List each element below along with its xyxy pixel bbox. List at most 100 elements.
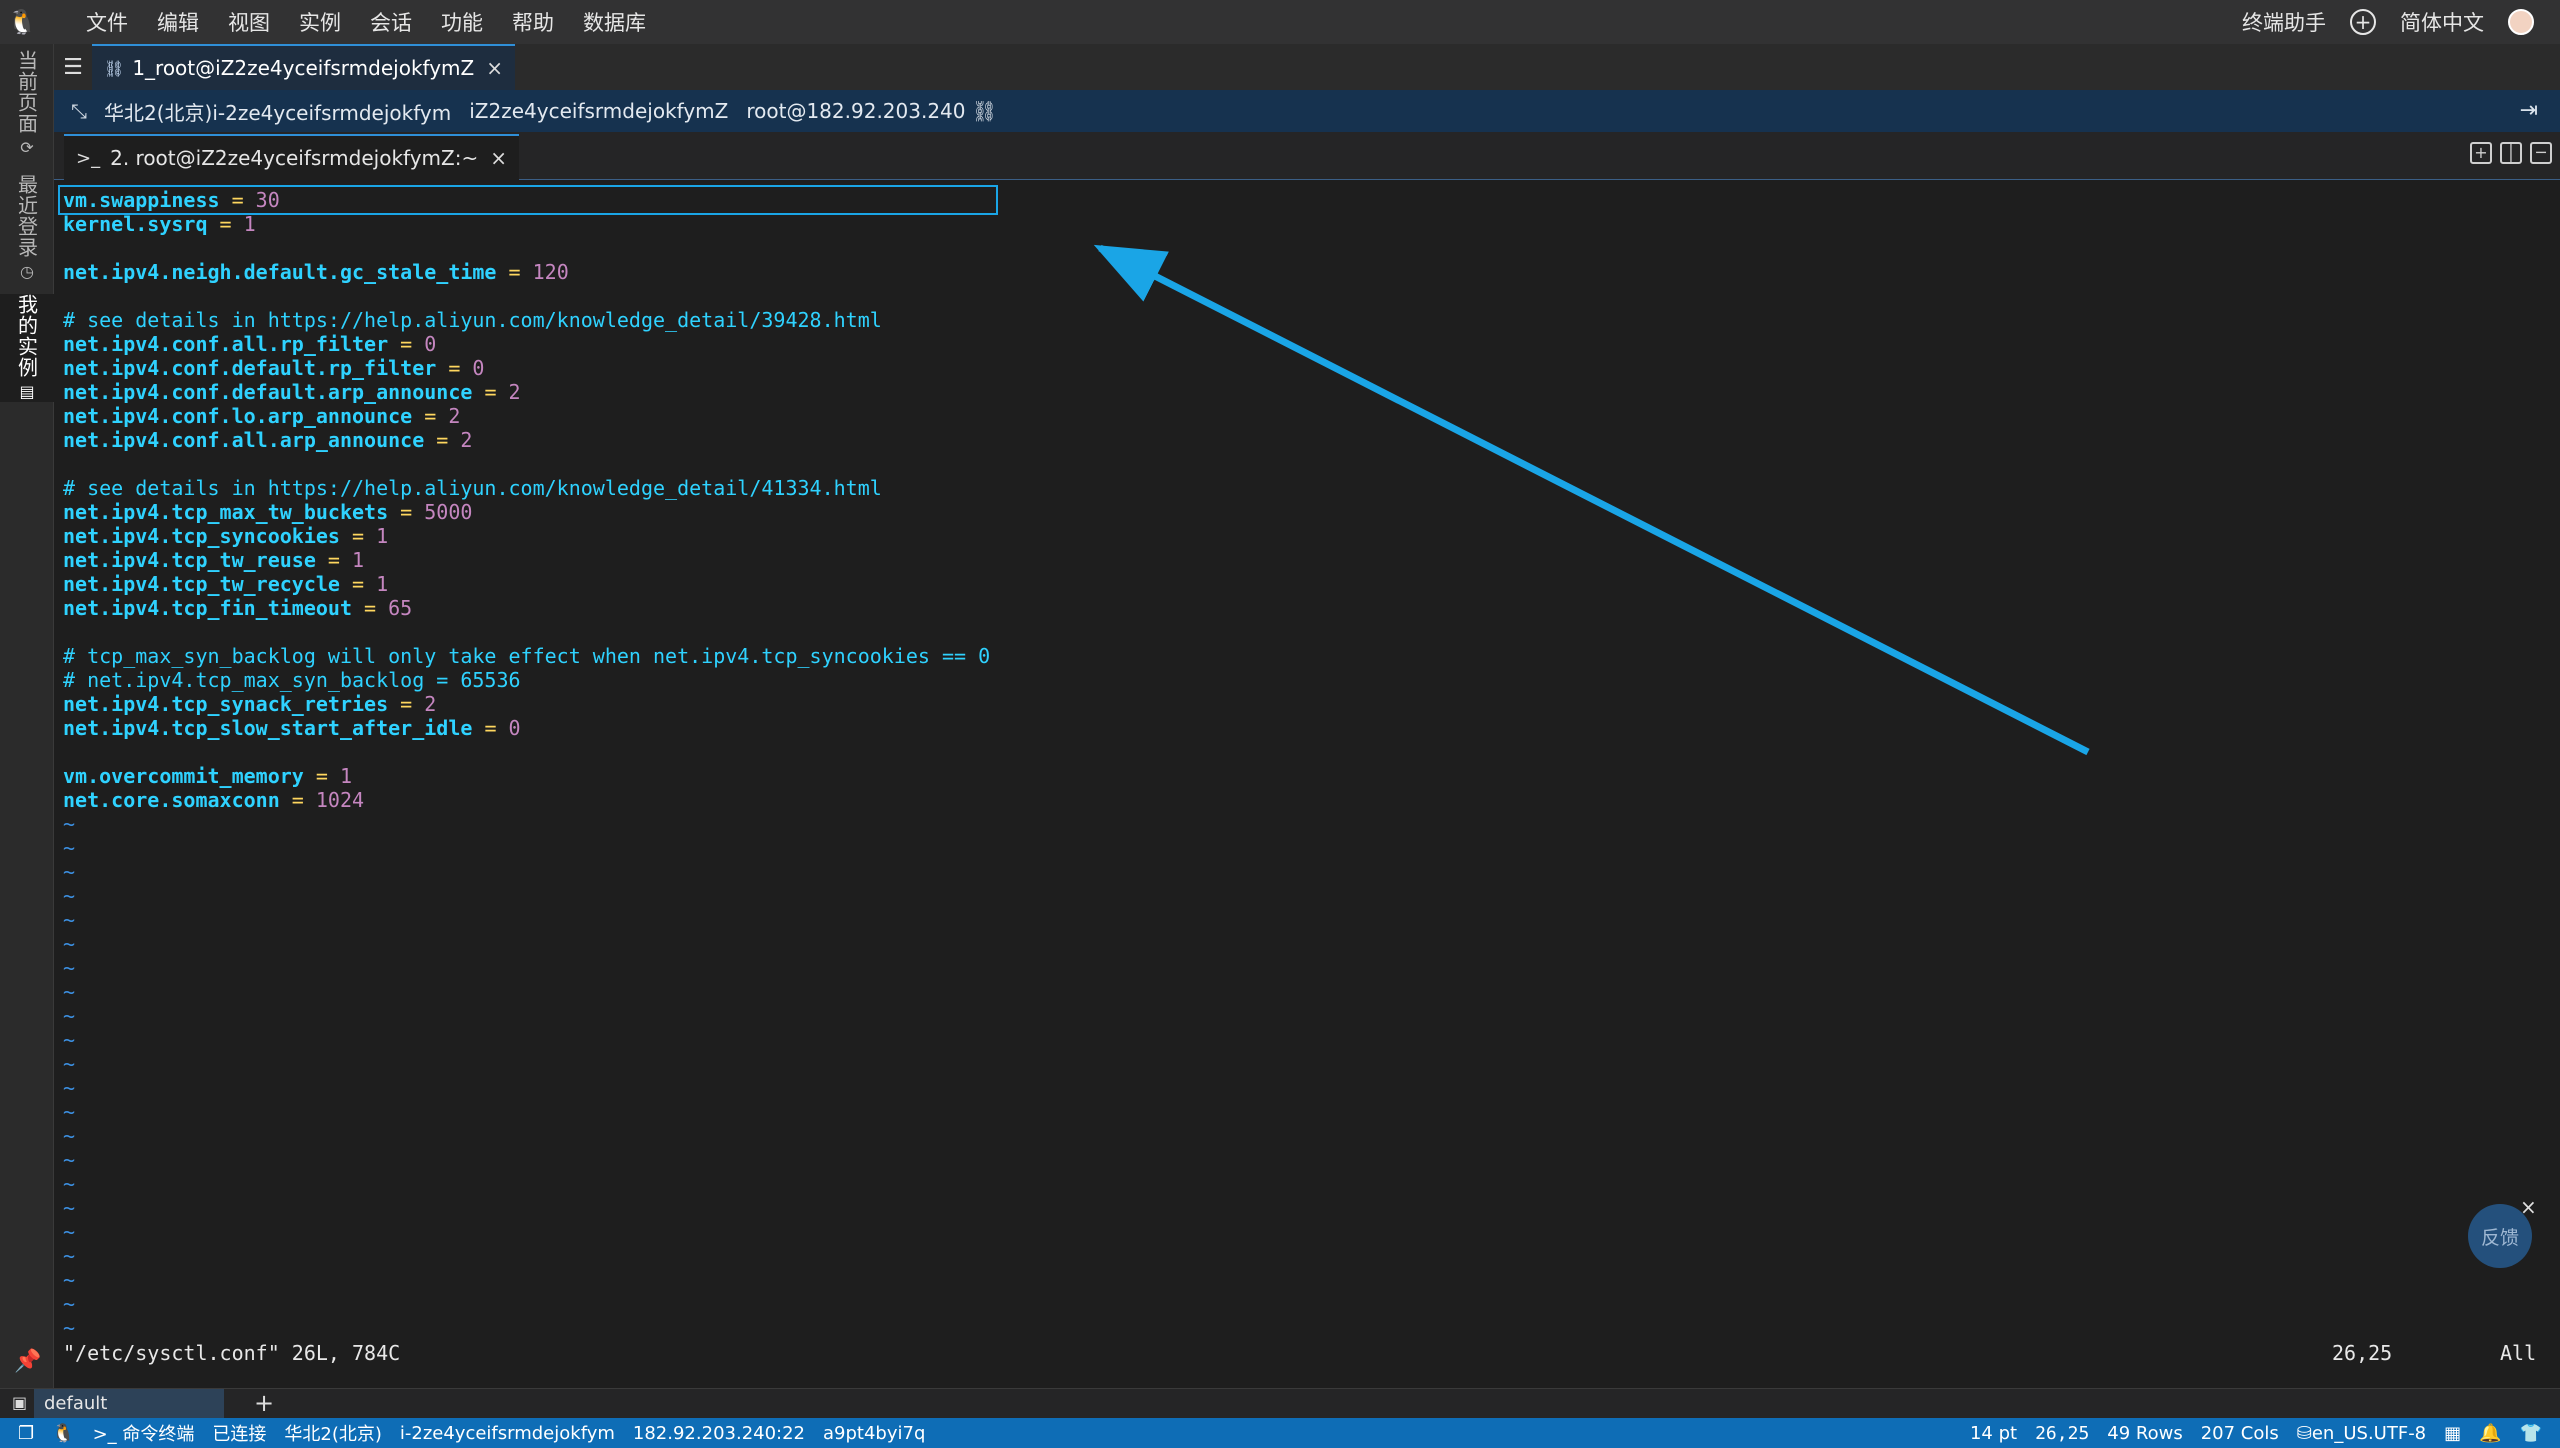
avatar[interactable] xyxy=(2508,9,2534,35)
empty-line-marker: ~ xyxy=(63,1220,76,1244)
editor-line: net.ipv4.tcp_syncookies = 1 xyxy=(63,524,990,548)
empty-line-marker: ~ xyxy=(63,1244,76,1268)
session-tab-bar: ☰ ⛓ 1_root@iZ2ze4yceifsrmdejokfymZ × xyxy=(54,44,2560,90)
empty-line-marker: ~ xyxy=(63,1124,76,1148)
vim-cursor-position: 26,25 xyxy=(2332,1341,2393,1365)
empty-line-marker: ~ xyxy=(63,1100,76,1124)
add-circle-icon[interactable]: + xyxy=(2350,9,2376,35)
close-icon[interactable]: × xyxy=(490,146,507,170)
new-pane-icon[interactable]: + xyxy=(2470,142,2492,164)
config-value: 120 xyxy=(532,260,569,284)
config-value: 0 xyxy=(508,716,521,740)
empty-line-marker: ~ xyxy=(63,1316,76,1340)
sidebar-item-current-page[interactable]: 当前页面 ⟳ xyxy=(0,50,54,158)
link-icon[interactable]: ⛓ xyxy=(966,99,997,123)
pin-icon[interactable]: 📌 xyxy=(14,1349,41,1374)
empty-line-marker: ~ xyxy=(63,836,76,860)
shirt-icon[interactable]: 👕 xyxy=(2520,1423,2542,1444)
equals-sign: = xyxy=(339,572,377,596)
config-key: net.ipv4.tcp_synack_retries xyxy=(63,692,389,716)
menu-view[interactable]: 视图 xyxy=(228,7,270,37)
menu-help[interactable]: 帮助 xyxy=(512,7,554,37)
config-key: net.core.somaxconn xyxy=(63,788,280,812)
config-value: 2 xyxy=(448,404,461,428)
encoding-label: en_US.UTF-8 xyxy=(2311,1422,2427,1444)
grid-icon[interactable]: ▦ xyxy=(2444,1423,2461,1444)
command-terminal-status[interactable]: >_ 命令终端 xyxy=(93,1420,195,1446)
close-icon[interactable]: × xyxy=(486,56,503,80)
menu-features[interactable]: 功能 xyxy=(441,7,483,37)
sidebar-item-recent-logins[interactable]: 最近登录 ◷ xyxy=(0,174,54,282)
menu-instance[interactable]: 实例 xyxy=(299,7,341,37)
region-instance-label: 华北2(北京)i-2ze4yceifsrmdejokfym xyxy=(104,100,452,125)
editor-line: net.ipv4.conf.all.rp_filter = 0 xyxy=(63,332,990,356)
encoding-status[interactable]: ⛁en_US.UTF-8 xyxy=(2297,1423,2426,1444)
empty-line-marker: ~ xyxy=(63,884,76,908)
empty-line-marker: ~ xyxy=(63,1076,76,1100)
tab-default[interactable]: default xyxy=(34,1389,224,1418)
sidebar-item-my-instances[interactable]: 我的实例 ▤ xyxy=(0,294,54,402)
menu-session[interactable]: 会话 xyxy=(370,7,412,37)
session-tab-label: 1_root@iZ2ze4yceifsrmdejokfymZ xyxy=(132,56,475,80)
equals-sign: = xyxy=(496,260,533,284)
copy-icon[interactable]: ❐ xyxy=(18,1423,34,1444)
equals-sign: = xyxy=(472,716,509,740)
feedback-label: 反馈 xyxy=(2480,1226,2519,1249)
session-tab[interactable]: ⛓ 1_root@iZ2ze4yceifsrmdejokfymZ × xyxy=(92,44,516,90)
config-key: net.ipv4.tcp_slow_start_after_idle xyxy=(63,716,473,740)
config-value: 2 xyxy=(424,692,437,716)
terminal-editor[interactable]: vm.swappiness = 30 kernel.sysrq = 1 net.ip… xyxy=(54,181,2560,1388)
terminal-assistant-button[interactable]: 终端助手 xyxy=(2242,7,2326,37)
editor-line: net.ipv4.conf.default.arp_announce = 2 xyxy=(63,380,990,404)
rows-status: 49 Rows xyxy=(2107,1422,2183,1444)
expand-icon[interactable]: ⤡ xyxy=(54,99,104,123)
editor-line: net.ipv4.conf.lo.arp_announce = 2 xyxy=(63,404,990,428)
region-status: 华北2(北京) xyxy=(284,1424,382,1445)
editor-line: net.ipv4.tcp_synack_retries = 2 xyxy=(63,692,990,716)
editor-line: # net.ipv4.tcp_max_syn_backlog = 65536 xyxy=(63,668,990,692)
split-vertical-icon[interactable]: │ xyxy=(2500,142,2522,164)
config-key: net.ipv4.conf.lo.arp_announce xyxy=(63,404,413,428)
exit-session-icon[interactable]: ⇥ xyxy=(2520,98,2538,123)
config-value: 65 xyxy=(388,596,413,620)
equals-sign: = xyxy=(472,380,509,404)
language-selector[interactable]: 简体中文 xyxy=(2400,7,2484,37)
config-key: net.ipv4.conf.default.arp_announce xyxy=(63,380,473,404)
font-size-status[interactable]: 14 pt xyxy=(1970,1423,2017,1444)
editor-line: # see details in https://help.aliyun.com… xyxy=(63,476,990,500)
add-tab-icon[interactable]: + xyxy=(254,1389,274,1417)
editor-lines: vm.swappiness = 30 kernel.sysrq = 1 net.ip… xyxy=(63,188,990,1340)
menu-edit[interactable]: 编辑 xyxy=(157,7,199,37)
linux-penguin-icon[interactable]: 🐧 xyxy=(0,0,44,44)
config-value: 1024 xyxy=(315,788,365,812)
bell-icon[interactable]: 🔔 xyxy=(2479,1423,2501,1444)
menu-database[interactable]: 数据库 xyxy=(583,7,646,37)
connection-info-bar: ⤡ 华北2(北京)i-2ze4yceifsrmdejokfym iZ2ze4yc… xyxy=(54,90,2560,132)
editor-line: net.ipv4.neigh.default.gc_stale_time = 1… xyxy=(63,260,990,284)
vim-scroll-position: All xyxy=(2500,1341,2537,1365)
link-icon: ⛓ xyxy=(104,58,125,78)
session-id-status: a9pt4byi7q xyxy=(823,1422,926,1444)
connection-status: 已连接 xyxy=(212,1424,267,1445)
menu-file[interactable]: 文件 xyxy=(86,7,128,37)
terminal-tab[interactable]: >_ 2. root@iZ2ze4yceifsrmdejokfymZ:~ × xyxy=(64,134,519,180)
editor-line: net.ipv4.tcp_tw_reuse = 1 xyxy=(63,548,990,572)
command-terminal-label: 命令终端 xyxy=(122,1424,195,1445)
left-sidebar: 当前页面 ⟳ 最近登录 ◷ 我的实例 ▤ 📌 xyxy=(0,44,54,1388)
list-menu-icon[interactable]: ☰ xyxy=(54,44,92,90)
close-icon[interactable]: × xyxy=(2520,1195,2537,1219)
equals-sign: = xyxy=(388,500,425,524)
config-comment: # net.ipv4.tcp_max_syn_backlog = 65536 xyxy=(63,668,521,692)
config-value: 0 xyxy=(472,356,485,380)
refresh-icon: ⟳ xyxy=(20,138,34,157)
clock-icon: ◷ xyxy=(20,262,34,281)
split-horizontal-icon[interactable]: ─ xyxy=(2530,142,2552,164)
config-key: kernel.sysrq xyxy=(63,212,208,236)
sidebar-item-label: 最近登录 xyxy=(14,174,39,258)
empty-line-marker: ~ xyxy=(63,1052,76,1076)
cols-status: 207 Cols xyxy=(2200,1422,2279,1444)
linux-penguin-icon: 🐧 xyxy=(52,1422,75,1444)
config-value: 0 xyxy=(424,332,437,356)
